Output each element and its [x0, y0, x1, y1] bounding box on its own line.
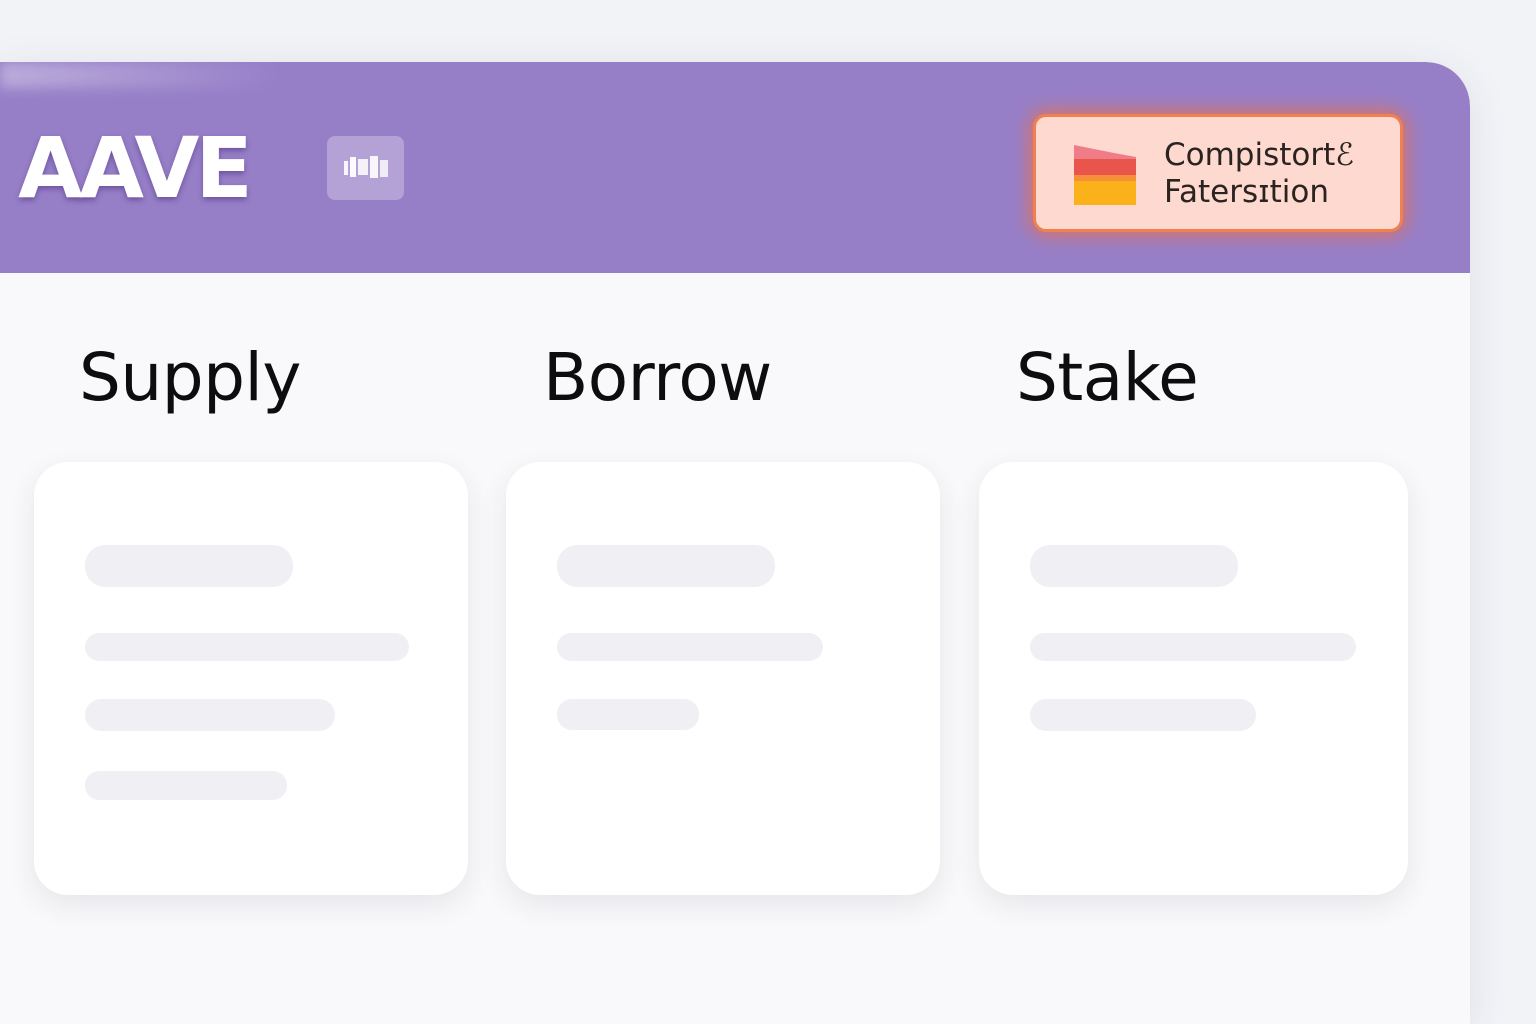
skeleton-line — [1030, 699, 1256, 731]
badge-glyph-icon — [343, 156, 388, 178]
skeleton-line — [85, 771, 287, 800]
skeleton-line — [557, 545, 775, 587]
borrow-card[interactable] — [506, 462, 940, 895]
skeleton-line — [1030, 545, 1238, 587]
connect-wallet-button[interactable]: Compistortℰ Fatersɪtion — [1036, 117, 1400, 229]
skeleton-line — [557, 633, 823, 661]
skeleton-line — [85, 699, 335, 731]
skeleton-line — [85, 545, 293, 587]
connect-button-label: Compistortℰ Fatersɪtion — [1164, 137, 1354, 211]
skeleton-line — [557, 699, 699, 730]
skeleton-line — [1030, 633, 1356, 661]
app-logo[interactable]: AAVE — [18, 120, 253, 216]
skeleton-line — [85, 633, 409, 661]
exchange-badge-icon[interactable] — [327, 136, 404, 200]
section-title-stake[interactable]: Stake — [1016, 338, 1199, 418]
header-bar: AAVE Compistortℰ Fatersɪtion — [0, 62, 1470, 273]
header-glare — [0, 62, 280, 88]
section-title-supply[interactable]: Supply — [79, 338, 301, 418]
section-title-borrow[interactable]: Borrow — [543, 338, 772, 418]
connect-label-line2: Fatersɪtion — [1164, 174, 1330, 210]
bar-stack-icon — [1074, 145, 1136, 205]
supply-card[interactable] — [34, 462, 468, 895]
stake-card[interactable] — [979, 462, 1408, 895]
connect-label-line1: Compistortℰ — [1164, 137, 1355, 173]
